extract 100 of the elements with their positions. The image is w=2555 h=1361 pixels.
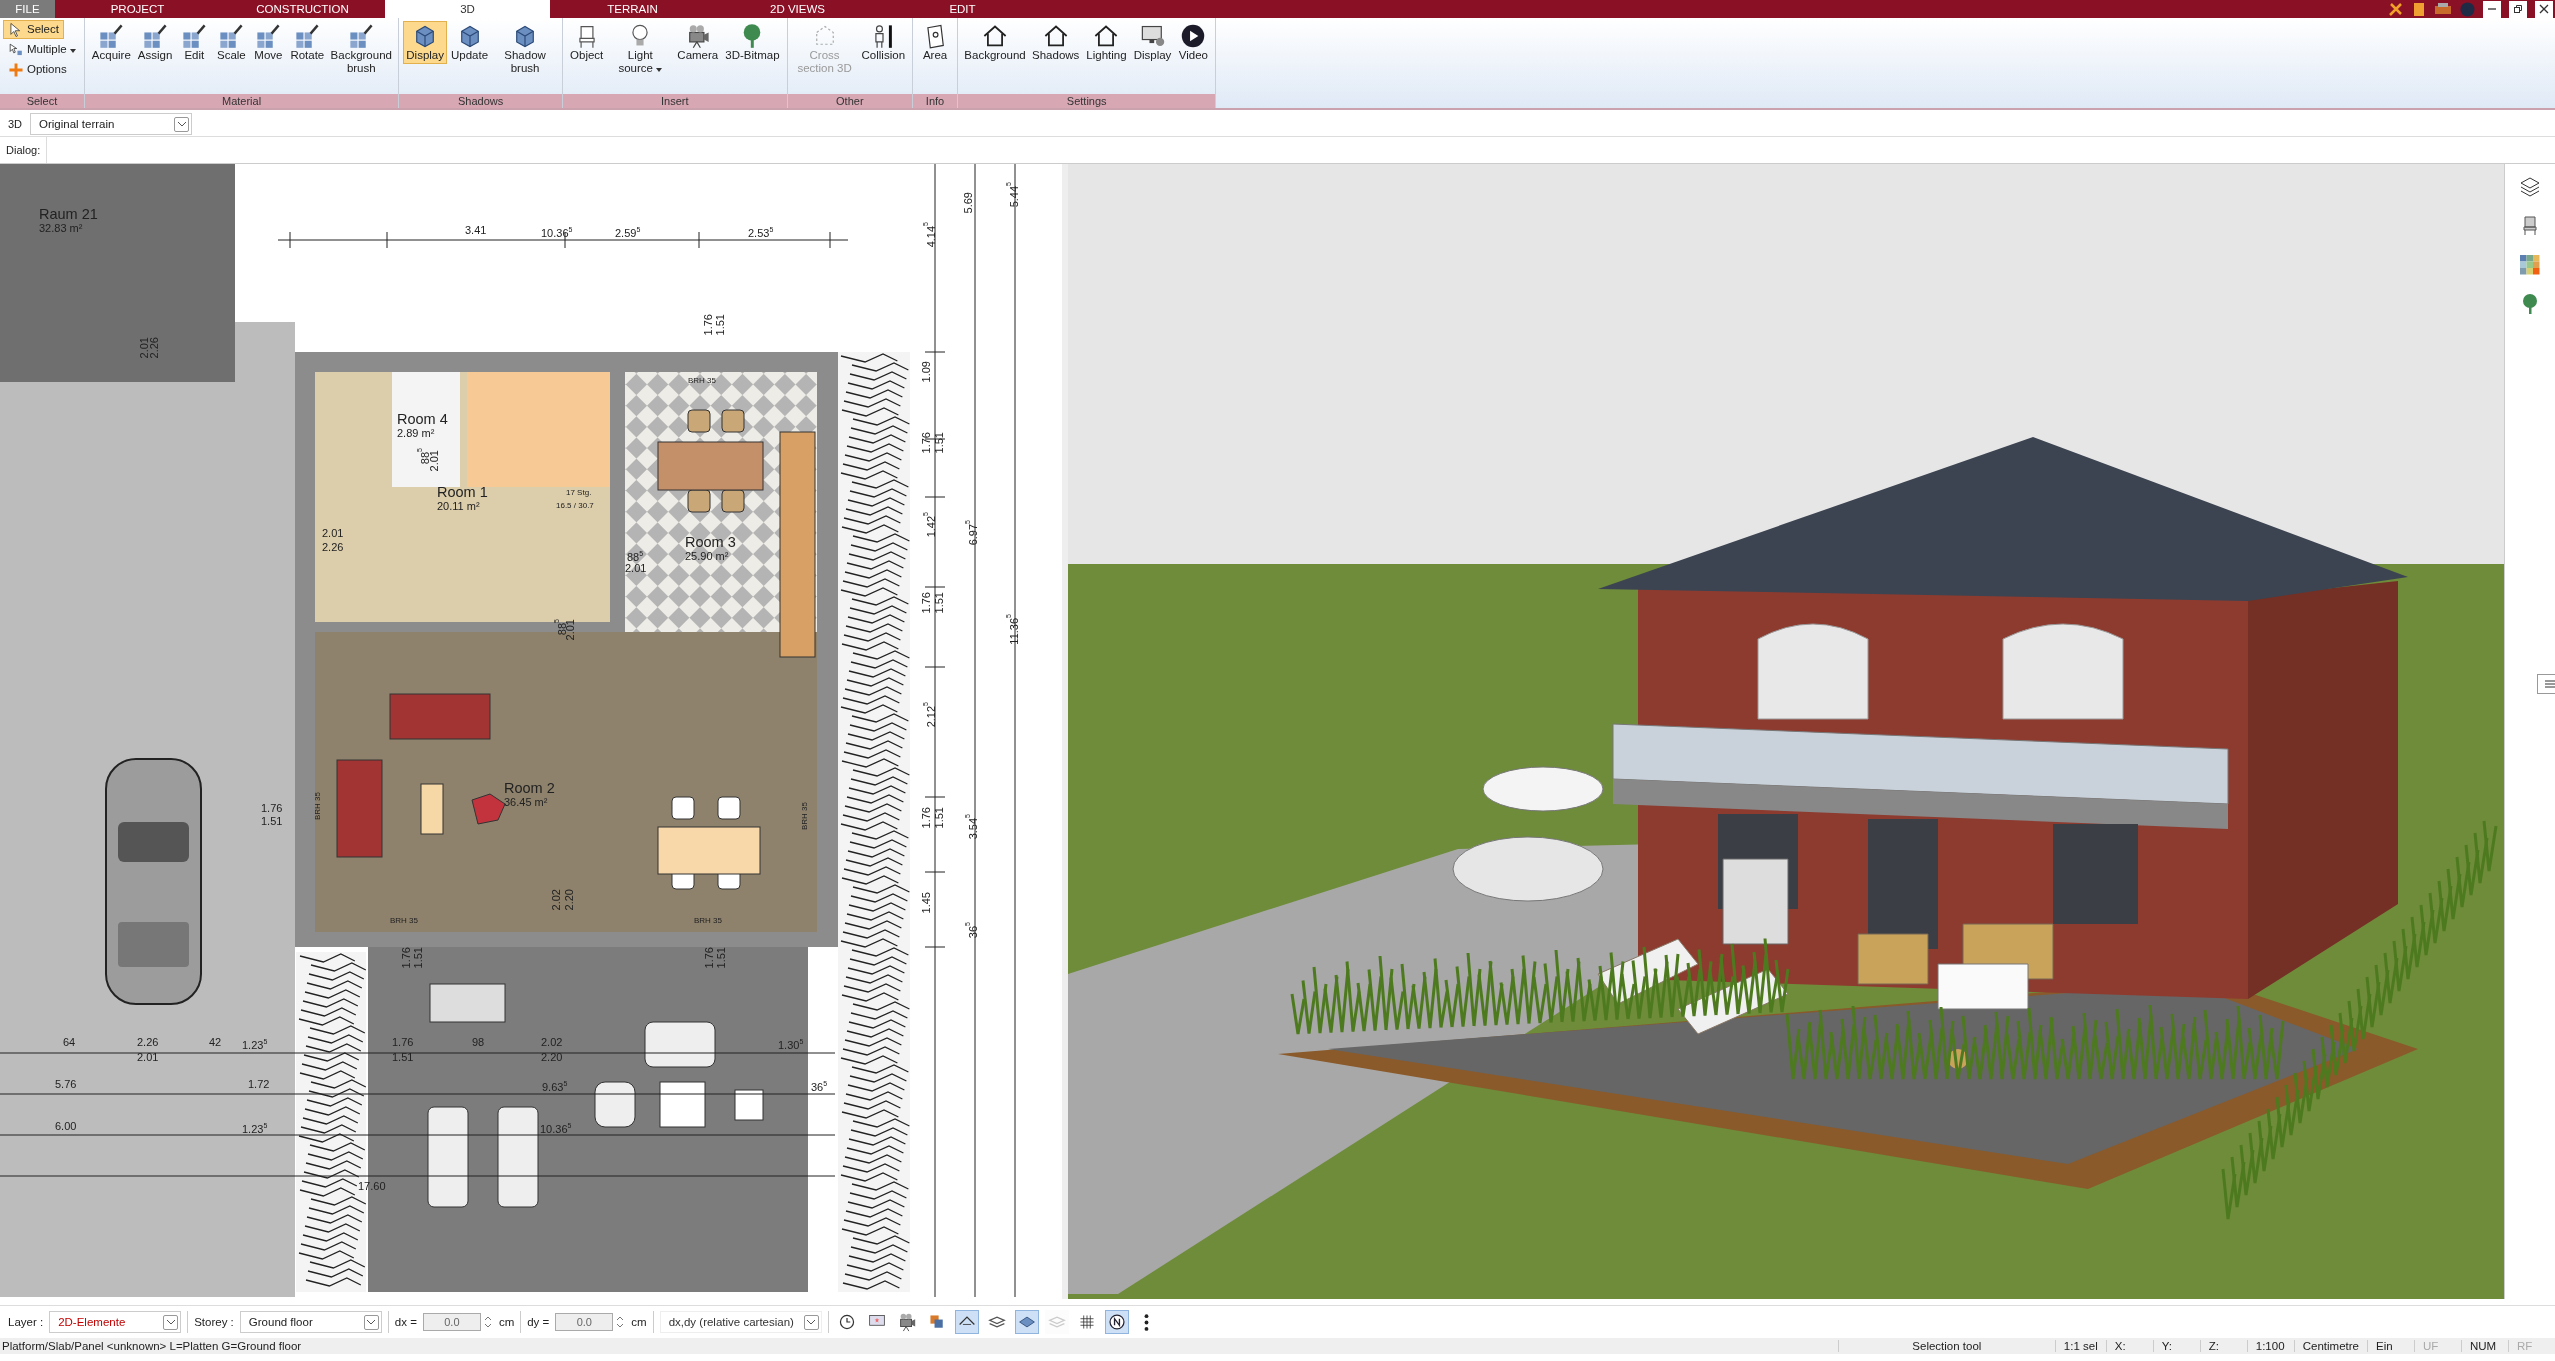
dimension-label: 3.41 [465,224,487,236]
room-name: Room 2 [504,781,555,796]
layer-label: Layer : [8,1316,44,1328]
ribbon-tab[interactable]: TERRAIN [550,0,715,18]
close-icon [2539,4,2549,14]
more-icon [1144,1313,1150,1331]
ribbon-button[interactable]: Multiple [3,40,81,59]
dimension-label: 1.76 [392,1036,414,1048]
chair [717,796,741,820]
dimension-label: 1.76 [400,947,412,969]
minimize-icon [2488,8,2496,10]
ribbon-button[interactable]: Display [1130,21,1175,64]
tools-icon[interactable] [2388,1,2404,17]
armchair [594,1081,636,1128]
status-field: X: [2105,1340,2153,1352]
ribbon-button[interactable]: Update [448,21,492,64]
ribbon-button[interactable]: Area [917,21,954,64]
card-icon[interactable] [2412,1,2426,17]
ribbon-button[interactable]: Assign [134,21,176,64]
ribbon-group-label: Select [0,94,84,108]
room-area: 20.11 m² [437,500,488,512]
dimension-label: 2.20 [541,1051,563,1063]
ribbon-group-label: Info [913,94,958,108]
toolbar-button[interactable] [1104,1310,1129,1334]
ribbon-button[interactable]: Select [3,20,64,39]
chair [687,409,711,433]
dimension-label: BRH 35 [799,802,810,830]
ribbon-button[interactable]: Light source [607,21,674,77]
panel-handle[interactable] [2537,674,2555,694]
ribbon-group-label: Insert [563,94,787,108]
outdoor-table [659,1081,706,1128]
ribbon-button[interactable]: 3D-Bitmap [722,21,783,64]
ribbon-button[interactable]: Scale [213,21,250,64]
minimize-button[interactable] [2483,0,2501,18]
dimension-label: 2.01 [625,562,647,574]
dx-label: dx = [394,1316,417,1328]
spinner-arrows-icon[interactable] [482,1315,493,1329]
material-cube-icon [218,23,245,49]
unit-label: cm [631,1316,647,1328]
play-icon [1180,23,1207,49]
layers-icon [927,1313,946,1331]
ribbon-tab[interactable]: 2D VIEWS [715,0,880,18]
ribbon-button[interactable]: Collision [858,21,909,64]
terrain-dropdown[interactable]: Original terrain [30,113,192,135]
ribbon-button[interactable]: Move [250,21,287,64]
room-area: 25.90 m² [685,550,736,562]
ribbon-button[interactable]: Rotate [287,21,328,64]
layer-dropdown[interactable]: 2D-Elemente [49,1311,182,1333]
room-area: 32.83 m² [39,222,98,234]
coordinate-mode-dropdown[interactable]: dx,dy (relative cartesian) [659,1311,822,1333]
dimension-label: 2.26 [137,1036,159,1048]
ribbon-button[interactable]: Camera [674,21,722,64]
ribbon-tab[interactable]: PROJECT [55,0,220,18]
ribbon-tab[interactable]: CONSTRUCTION [220,0,385,18]
ribbon-button[interactable]: Shadow brush [492,21,559,77]
ribbon-button[interactable]: Object [567,21,607,64]
ribbon-button[interactable]: Edit [176,21,213,64]
toolbar-button[interactable] [954,1310,979,1334]
dimension-label: 36$^{5}$ [811,1079,828,1093]
restore-button[interactable] [2509,0,2527,18]
ribbon-button[interactable]: Background brush [328,21,395,77]
dimension-label: 9.63$^{5}$ [542,1079,568,1093]
storey-dropdown[interactable]: Ground floor [239,1311,382,1333]
ribbon-button[interactable]: Options [3,60,72,79]
ribbon-button[interactable]: Lighting [1083,21,1130,64]
caret-icon [656,68,663,72]
dimension-label: BRH 35 [694,915,722,927]
dialog-label: Dialog: [0,137,48,163]
dimension-label: 1.51 [412,947,424,969]
dimension-label: 1.30$^{5}$ [778,1037,804,1051]
ribbon-tab[interactable]: EDIT [880,0,1045,18]
printer-icon[interactable] [2434,2,2452,16]
dimension-label: 1.09 [920,361,932,383]
dimension-label: 2.01 [428,450,440,472]
dimension-label: 1.76 [920,432,932,454]
spinner-arrows-icon[interactable] [615,1315,626,1329]
material-cube-icon [142,23,169,49]
dimension-label: 1.76 [702,314,714,336]
close-button[interactable] [2535,0,2553,18]
status-field: UF [2414,1340,2461,1352]
cursor-icon [8,41,24,58]
ribbon-tab[interactable]: 3D [385,0,550,18]
dimension-label: 1.51 [933,807,945,829]
ribbon-button[interactable]: Acquire [88,21,134,64]
dx-input-field[interactable]: 0.0 [422,1313,481,1331]
dimension-label: 10.36$^{5}$ [541,225,573,239]
dimension-label: 98 [472,1036,485,1048]
ribbon-button[interactable]: Video [1175,21,1212,64]
ribbon-button[interactable]: Background [962,21,1029,64]
monitor-icon [1139,23,1166,49]
status-field: Selection tool [1837,1340,2055,1352]
ribbon-button[interactable]: Display [403,21,447,64]
ribbon-button[interactable]: Shadows [1029,21,1083,64]
dimension-label: 1.45 [920,892,932,914]
ribbon-tab[interactable]: FILE [0,0,55,18]
dimension-label: 1.51 [933,592,945,614]
status-field: RF [2508,1340,2555,1352]
material-cube-icon [255,23,282,49]
dy-input-field[interactable]: 0.0 [555,1313,614,1331]
status-field: NUM [2461,1340,2508,1352]
